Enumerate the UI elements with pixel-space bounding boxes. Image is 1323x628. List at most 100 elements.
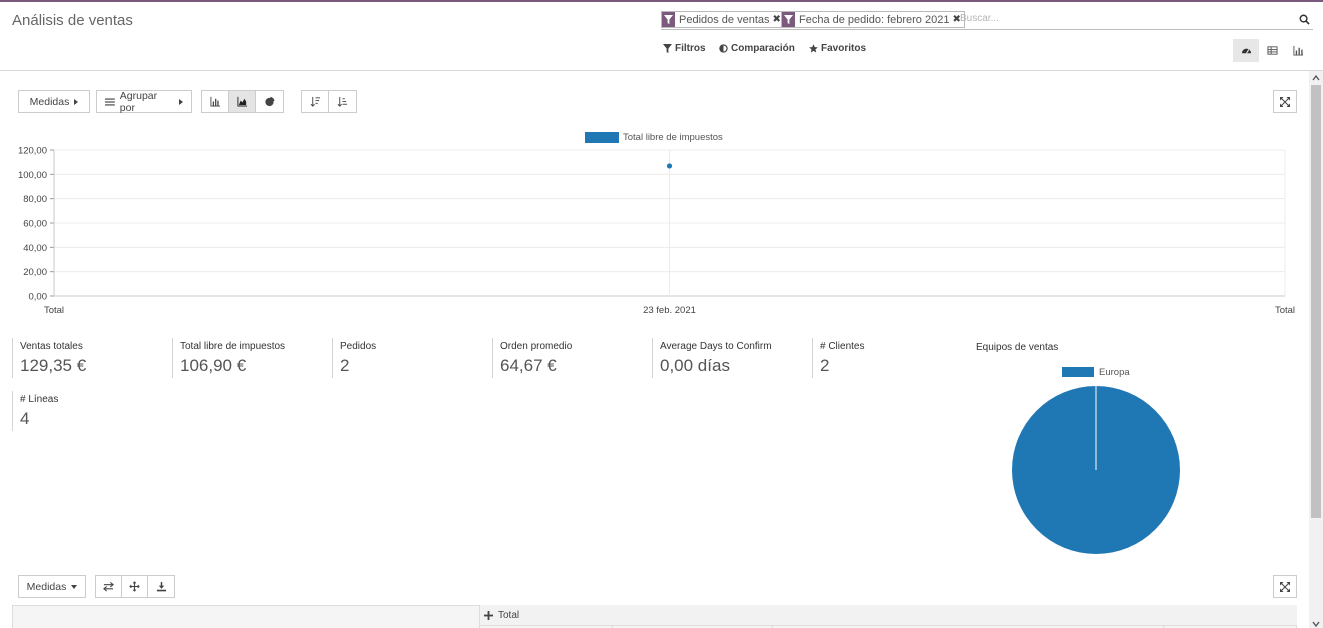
pivot-icon bbox=[1266, 46, 1278, 55]
data-point bbox=[666, 163, 673, 169]
kpi-lineas[interactable]: # Líneas 4 bbox=[12, 391, 58, 431]
y-tick-label: 80,00 bbox=[23, 194, 47, 205]
sort-ascending-button[interactable] bbox=[329, 91, 356, 112]
line-chart-button[interactable] bbox=[229, 91, 256, 112]
kpi-value: 4 bbox=[20, 409, 30, 428]
favorites-label: Favoritos bbox=[821, 43, 867, 54]
filters-label: Filtros bbox=[675, 43, 706, 54]
kpi-value: 106,90 € bbox=[180, 356, 247, 375]
sort-asc-icon bbox=[337, 96, 348, 107]
y-tick-label: 40,00 bbox=[23, 243, 47, 254]
kpi-clientes[interactable]: # Clientes 2 bbox=[812, 338, 864, 378]
pie-chart-button[interactable] bbox=[256, 91, 283, 112]
y-tick-label: 120,00 bbox=[18, 146, 47, 157]
area-chart-icon bbox=[236, 96, 247, 107]
dashboard-icon bbox=[1241, 48, 1251, 54]
pivot-measures-button[interactable]: Medidas bbox=[18, 575, 86, 598]
download-icon bbox=[156, 581, 166, 592]
scrollbar-thumb[interactable] bbox=[1311, 85, 1321, 518]
y-tick-label: 60,00 bbox=[23, 219, 47, 230]
expand-graph-button[interactable] bbox=[1273, 90, 1297, 113]
pie-legend-swatch bbox=[1062, 367, 1094, 377]
search-input[interactable]: Buscar... bbox=[960, 13, 999, 24]
view-dashboard-button[interactable] bbox=[1233, 39, 1259, 62]
scroll-down-icon[interactable] bbox=[1312, 620, 1320, 628]
flip-axis-button[interactable] bbox=[96, 576, 122, 597]
filters-button[interactable]: Filtros bbox=[663, 43, 706, 54]
arrows-icon bbox=[129, 581, 140, 592]
kpi-label: Average Days to Confirm bbox=[660, 341, 772, 352]
x-tick-label: Total bbox=[44, 305, 64, 316]
groupby-label: Agrupar por bbox=[119, 89, 158, 114]
pie-legend-label: Europa bbox=[1099, 367, 1130, 378]
favorites-button[interactable]: Favoritos bbox=[809, 43, 866, 54]
line-chart: Total libre de impuestos 0,00 20,00 40,00 60… bbox=[18, 132, 1295, 316]
page-title: Análisis de ventas bbox=[12, 12, 133, 29]
kpi-orden-promedio[interactable]: Orden promedio 64,67 € bbox=[492, 338, 572, 378]
y-tick-label: 0,00 bbox=[29, 292, 48, 303]
star-icon bbox=[809, 44, 818, 53]
group-by-button[interactable]: Agrupar por bbox=[96, 89, 192, 114]
pie-title: Equipos de ventas bbox=[976, 342, 1059, 353]
filter-icon bbox=[662, 12, 675, 27]
search-icon[interactable] bbox=[1299, 14, 1310, 25]
kpi-label: # Líneas bbox=[20, 394, 59, 405]
caret-down-icon bbox=[71, 584, 78, 589]
kpi-label: Orden promedio bbox=[500, 341, 573, 352]
pie-chart: Europa bbox=[1012, 367, 1180, 554]
legend-swatch bbox=[585, 132, 619, 143]
search-facet[interactable]: Pedidos de ventas ✖ bbox=[661, 11, 785, 28]
expand-all-button[interactable] bbox=[122, 576, 148, 597]
kpi-label: Ventas totales bbox=[20, 341, 83, 352]
sort-desc-icon bbox=[310, 96, 320, 107]
kpi-value: 2 bbox=[340, 356, 350, 375]
kpi-value: 64,67 € bbox=[500, 356, 557, 375]
graph-measures-button[interactable]: Medidas bbox=[18, 90, 90, 113]
x-tick-label: 23 feb. 2021 bbox=[643, 305, 696, 316]
comparison-button[interactable]: Comparación bbox=[719, 43, 795, 54]
pivot-actions-group bbox=[95, 575, 175, 598]
expand-icon bbox=[1280, 96, 1290, 107]
plus-icon bbox=[484, 610, 493, 620]
search-facet[interactable]: Fecha de pedido: febrero 2021 ✖ bbox=[781, 11, 965, 28]
control-panel: Análisis de ventas Pedidos de ventas ✖ F… bbox=[0, 2, 1323, 71]
kpi-value: 2 bbox=[820, 356, 830, 375]
pivot-total-header[interactable]: Total bbox=[479, 605, 1297, 625]
filter-icon bbox=[663, 44, 672, 53]
search-bar[interactable]: Pedidos de ventas ✖ Fecha de pedido: feb… bbox=[661, 10, 1313, 30]
kpi-label: Total libre de impuestos bbox=[180, 341, 286, 352]
half-circle-icon bbox=[719, 44, 728, 53]
kpi-total-libre-de-impuestos[interactable]: Total libre de impuestos 106,90 € bbox=[172, 338, 285, 378]
y-tick-label: 20,00 bbox=[23, 267, 47, 278]
sort-descending-button[interactable] bbox=[302, 91, 329, 112]
facet-label: Fecha de pedido: febrero 2021 bbox=[799, 13, 950, 26]
filter-icon bbox=[782, 12, 795, 27]
chart-mode-group bbox=[201, 90, 284, 113]
graph-icon bbox=[1292, 45, 1303, 56]
facet-label: Pedidos de ventas bbox=[679, 13, 770, 26]
scroll-up-icon[interactable] bbox=[1312, 74, 1320, 82]
y-tick-label: 100,00 bbox=[18, 170, 47, 181]
kpi-value: 0,00 días bbox=[660, 356, 730, 375]
pie-chart-icon bbox=[265, 96, 275, 107]
exchange-icon bbox=[103, 581, 114, 592]
list-icon bbox=[105, 97, 115, 106]
kpi-average-days-to-confirm[interactable]: Average Days to Confirm 0,00 días bbox=[652, 338, 772, 378]
download-button[interactable] bbox=[148, 576, 174, 597]
caret-right-icon bbox=[179, 98, 183, 105]
pivot-total-label: Total bbox=[498, 609, 520, 621]
kpi-label: # Clientes bbox=[820, 341, 865, 352]
view-pivot-button[interactable] bbox=[1259, 39, 1285, 62]
bar-chart-icon bbox=[209, 96, 220, 107]
kpi-label: Pedidos bbox=[340, 341, 377, 352]
bar-chart-button[interactable] bbox=[202, 91, 229, 112]
kpi-pedidos[interactable]: Pedidos 2 bbox=[332, 338, 376, 378]
view-graph-button[interactable] bbox=[1285, 39, 1311, 62]
kpi-ventas-totales[interactable]: Ventas totales 129,35 € bbox=[12, 338, 86, 378]
expand-pivot-button[interactable] bbox=[1273, 575, 1297, 598]
x-tick-label: Total bbox=[1275, 305, 1295, 316]
legend-label: Total libre de impuestos bbox=[623, 132, 723, 143]
kpi-value: 129,35 € bbox=[20, 356, 87, 375]
measures-label: Medidas bbox=[29, 95, 70, 108]
comparison-label: Comparación bbox=[731, 43, 795, 54]
